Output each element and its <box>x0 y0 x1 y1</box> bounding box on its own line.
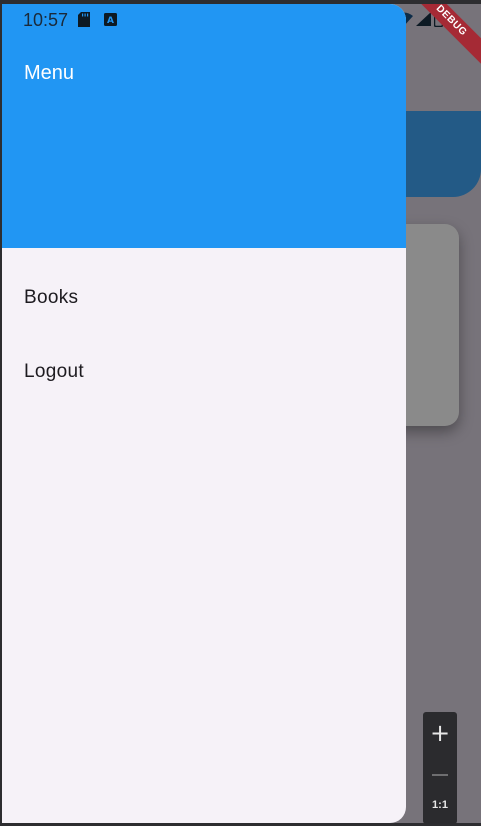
drawer-header: 10:57 A Menu <box>2 4 406 248</box>
zoom-control: + 1:1 <box>423 712 457 824</box>
menu-item-logout[interactable]: Logout <box>2 344 406 400</box>
status-time: 10:57 <box>23 10 69 30</box>
menu-item-books[interactable]: Books <box>2 270 406 326</box>
zoom-out-button[interactable] <box>432 774 448 776</box>
zoom-in-button[interactable]: + <box>423 720 457 746</box>
status-icons-left: A <box>78 12 117 32</box>
signal-icon <box>416 11 431 31</box>
svg-text:A: A <box>107 16 114 26</box>
menu-item-label: Books <box>24 287 79 308</box>
navigation-drawer: 10:57 A Menu Books Logout <box>2 4 406 823</box>
zoom-reset-button[interactable]: 1:1 <box>423 799 457 811</box>
keyboard-a-icon: A <box>104 13 117 31</box>
device-screen: DEBUG 10:57 A Menu Books Logout <box>2 4 481 823</box>
sd-card-icon <box>78 12 90 32</box>
menu-item-label: Logout <box>24 361 84 382</box>
drawer-header-title: Menu <box>24 62 75 84</box>
